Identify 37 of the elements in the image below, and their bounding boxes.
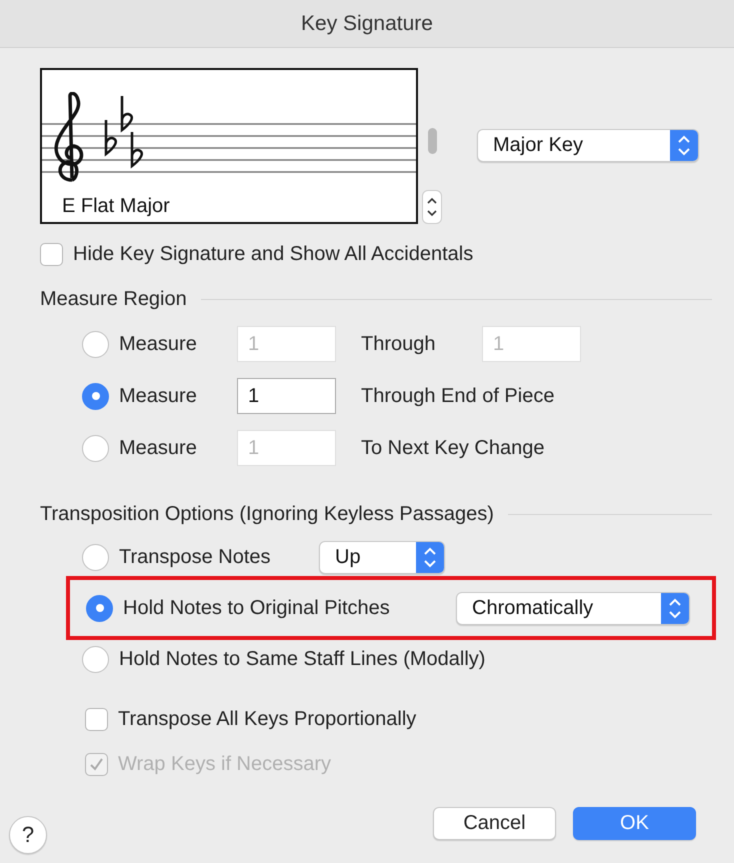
checkbox-label: Hide Key Signature and Show All Accidentals bbox=[73, 243, 474, 266]
radio-label: Measure bbox=[119, 384, 197, 408]
transpose-dropdown[interactable]: Chromatically bbox=[456, 592, 690, 624]
radio-button[interactable] bbox=[82, 382, 109, 410]
range-label: Through End of Piece bbox=[361, 384, 554, 408]
radio-label: Hold Notes to Same Staff Lines (Modally) bbox=[119, 648, 486, 670]
radio-button[interactable] bbox=[82, 330, 109, 358]
measure-field[interactable]: 1 bbox=[237, 378, 336, 414]
radio-button[interactable] bbox=[82, 544, 109, 570]
checkbox[interactable] bbox=[40, 243, 63, 266]
ok-button[interactable]: OK bbox=[573, 806, 696, 840]
key-type-dropdown[interactable]: Major Key bbox=[477, 129, 699, 162]
cancel-button[interactable]: Cancel bbox=[433, 806, 556, 840]
key-name: E Flat Major bbox=[62, 195, 170, 218]
radio-button[interactable] bbox=[86, 594, 113, 622]
checkbox[interactable] bbox=[85, 708, 108, 731]
chevron-updown-icon bbox=[661, 592, 689, 624]
radio-label: Transpose Notes bbox=[119, 546, 271, 568]
radio-label: Hold Notes to Original Pitches bbox=[123, 596, 390, 620]
help-button[interactable]: ? bbox=[9, 816, 47, 854]
checkmark-icon bbox=[89, 757, 104, 772]
range-label: Through bbox=[361, 332, 436, 356]
transpose-dropdown[interactable]: Up bbox=[319, 540, 445, 574]
checkbox-label: Transpose All Keys Proportionally bbox=[118, 708, 416, 731]
key-stepper[interactable] bbox=[422, 190, 442, 224]
radio-button[interactable] bbox=[82, 646, 109, 672]
range-label: To Next Key Change bbox=[361, 436, 544, 460]
scroll-thumb[interactable] bbox=[428, 128, 436, 154]
checkbox-label: Wrap Keys if Necessary bbox=[118, 753, 332, 776]
section-heading: Measure Region bbox=[40, 288, 187, 311]
chevron-updown-icon bbox=[416, 542, 444, 572]
chevron-updown-icon bbox=[670, 130, 698, 161]
radio-label: Measure bbox=[119, 436, 197, 460]
radio-label: Measure bbox=[119, 332, 197, 356]
section-heading: Transposition Options (Ignoring Keyless Passages) bbox=[40, 503, 494, 526]
radio-button[interactable] bbox=[82, 434, 109, 462]
window-title: Key Signature bbox=[301, 12, 433, 36]
